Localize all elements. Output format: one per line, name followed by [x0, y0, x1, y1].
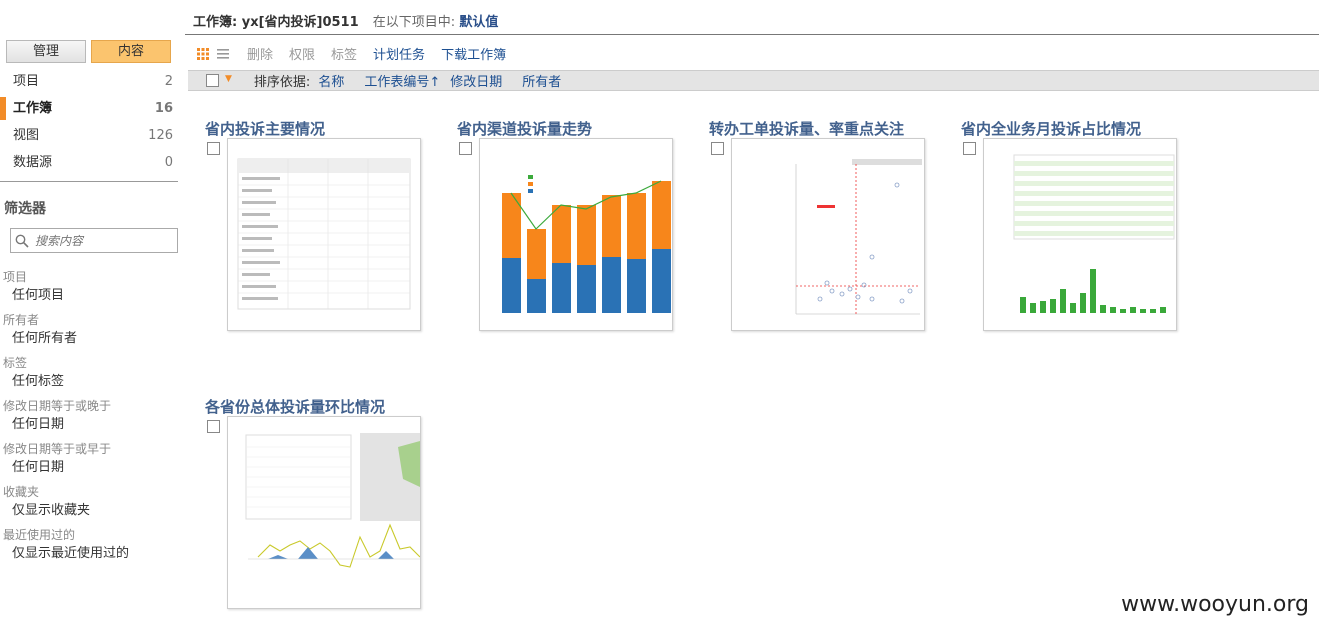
nav-item-workbooks[interactable]: 工作簿 16 — [0, 95, 178, 122]
filter-recent: 最近使用过的 仅显示最近使用过的 — [0, 526, 180, 569]
workbook-card: 省内投诉主要情况 — [205, 118, 445, 331]
manage-button[interactable]: 管理 — [6, 40, 86, 63]
filter-label: 标签 — [3, 356, 28, 370]
download-workbook-button[interactable]: 下载工作簿 — [441, 44, 506, 63]
workbook-card-title[interactable]: 省内全业务月投诉占比情况 — [961, 118, 1201, 139]
search-box[interactable] — [10, 228, 178, 253]
nav-item-count: 16 — [154, 101, 173, 116]
nav-item-datasources[interactable]: 数据源 0 — [0, 149, 178, 176]
sort-by-modified-date[interactable]: 修改日期 — [450, 71, 502, 90]
filter-title: 筛选器 — [4, 201, 46, 217]
workbook-card: 转办工单投诉量、率重点关注 — [709, 118, 949, 331]
filter-tags: 标签 任何标签 — [0, 354, 180, 397]
list-view-icon[interactable] — [217, 48, 229, 60]
nav-item-count: 126 — [148, 128, 173, 143]
nav-item-projects[interactable]: 项目 2 — [0, 68, 178, 95]
workbook-thumbnail[interactable] — [731, 138, 925, 331]
workbook-thumbnail[interactable] — [479, 138, 673, 331]
workbook-card-title[interactable]: 各省份总体投诉量环比情况 — [205, 396, 445, 417]
sort-by-sheet-number[interactable]: 工作表编号↑ — [364, 71, 440, 90]
sort-bar: ▼ 排序依据: 名称 工作表编号↑ 修改日期 所有者 — [188, 70, 1319, 91]
filter-list: 项目 任何项目 所有者 任何所有者 标签 任何标签 修改日期等于或晚于 任何日期… — [0, 268, 180, 569]
filter-modified-before: 修改日期等于或早于 任何日期 — [0, 440, 180, 483]
filter-value[interactable]: 任何日期 — [0, 458, 180, 478]
workbook-card: 各省份总体投诉量环比情况 — [205, 396, 445, 609]
permissions-button[interactable]: 权限 — [289, 44, 315, 63]
search-icon — [15, 234, 29, 248]
view-toggle: 管理 内容 — [6, 40, 171, 63]
select-all-checkbox[interactable] — [206, 74, 219, 87]
workbook-thumbnail[interactable] — [227, 138, 421, 331]
workbook-checkbox[interactable] — [711, 142, 724, 155]
filter-value[interactable]: 任何日期 — [0, 415, 180, 435]
filter-value[interactable]: 仅显示收藏夹 — [0, 501, 180, 521]
filter-value[interactable]: 任何标签 — [0, 372, 180, 392]
workbook-checkbox[interactable] — [207, 142, 220, 155]
filter-value[interactable]: 仅显示最近使用过的 — [0, 544, 180, 564]
nav-item-label: 视图 — [13, 128, 40, 143]
nav-item-label: 数据源 — [13, 155, 53, 170]
filter-value[interactable]: 任何所有者 — [0, 329, 180, 349]
workbook-title: 工作簿: yx[省内投诉]0511 — [193, 15, 359, 30]
filter-owner: 所有者 任何所有者 — [0, 311, 180, 354]
filter-favorites: 收藏夹 仅显示收藏夹 — [0, 483, 180, 526]
sort-by-name[interactable]: 名称 — [318, 71, 344, 90]
nav-item-label: 项目 — [13, 74, 40, 89]
project-link[interactable]: 默认值 — [459, 15, 498, 30]
breadcrumb: 工作簿: yx[省内投诉]0511 在以下项目中: 默认值 — [193, 11, 498, 30]
delete-button[interactable]: 删除 — [247, 44, 273, 63]
nav-item-views[interactable]: 视图 126 — [0, 122, 178, 149]
workbook-checkbox[interactable] — [459, 142, 472, 155]
filter-label: 所有者 — [3, 313, 40, 327]
nav-item-count: 0 — [164, 155, 173, 170]
workbook-checkbox[interactable] — [207, 420, 220, 433]
filter-label: 项目 — [3, 270, 28, 284]
workbook-card-title[interactable]: 省内渠道投诉量走势 — [457, 118, 697, 139]
workbook-thumbnail[interactable] — [227, 416, 421, 609]
filter-modified-after: 修改日期等于或晚于 任何日期 — [0, 397, 180, 440]
workbook-card: 省内全业务月投诉占比情况 — [961, 118, 1201, 331]
grid-view-icon[interactable] — [197, 47, 209, 60]
workbook-checkbox[interactable] — [963, 142, 976, 155]
workbook-card: 省内渠道投诉量走势 — [457, 118, 697, 331]
divider — [0, 181, 178, 182]
content-nav: 项目 2 工作簿 16 视图 126 数据源 0 — [0, 68, 178, 176]
workbook-card-title[interactable]: 省内投诉主要情况 — [205, 118, 445, 139]
sidebar: 管理 内容 项目 2 工作簿 16 视图 126 数据源 0 筛选器 搜索内容 … — [0, 0, 185, 634]
app-root: 管理 内容 项目 2 工作簿 16 视图 126 数据源 0 筛选器 搜索内容 … — [0, 0, 1319, 634]
view-mode-switch — [197, 47, 229, 60]
sort-by-owner[interactable]: 所有者 — [522, 71, 561, 90]
header-divider — [185, 34, 1319, 35]
search-input[interactable] — [35, 233, 175, 248]
watermark: www.wooyun.org — [1121, 592, 1309, 617]
filter-label: 收藏夹 — [3, 485, 40, 499]
content-button[interactable]: 内容 — [91, 40, 171, 63]
schedule-button[interactable]: 计划任务 — [373, 44, 425, 63]
filter-label: 修改日期等于或晚于 — [3, 399, 112, 413]
filter-label: 修改日期等于或早于 — [3, 442, 112, 456]
filter-label: 最近使用过的 — [3, 528, 76, 542]
nav-item-count: 2 — [164, 74, 173, 89]
tags-button[interactable]: 标签 — [331, 44, 357, 63]
workbook-thumbnail[interactable] — [983, 138, 1177, 331]
in-project-label: 在以下项目中: — [372, 15, 456, 30]
filter-value[interactable]: 任何项目 — [0, 286, 180, 306]
toolbar: 删除 权限 标签 计划任务 下载工作簿 — [197, 44, 522, 63]
workbook-card-title[interactable]: 转办工单投诉量、率重点关注 — [709, 118, 949, 139]
chevron-down-icon[interactable]: ▼ — [225, 75, 232, 84]
sort-label: 排序依据: — [253, 75, 311, 90]
filter-project: 项目 任何项目 — [0, 268, 180, 311]
nav-item-label: 工作簿 — [13, 101, 53, 116]
